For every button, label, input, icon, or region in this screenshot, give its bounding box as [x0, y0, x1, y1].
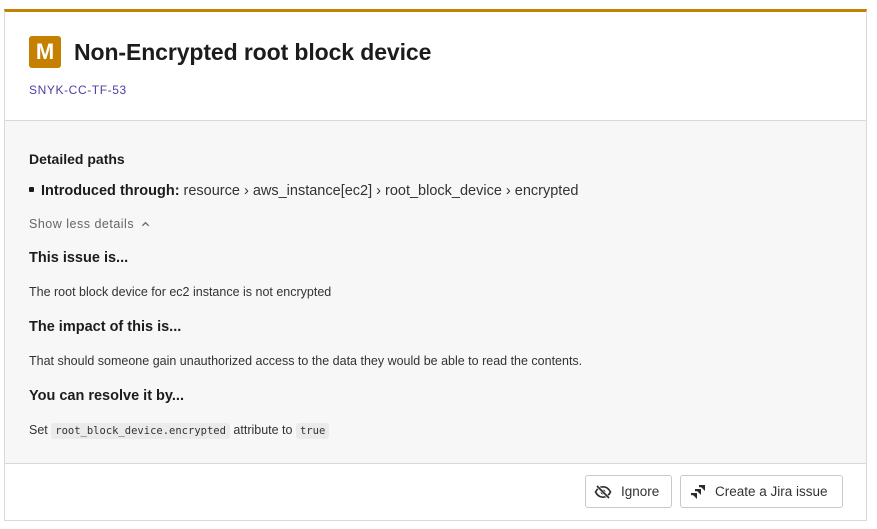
resolve-description: Set root_block_device.encrypted attribut…: [29, 423, 866, 439]
eye-slash-icon: [594, 484, 612, 499]
issue-description: The root block device for ec2 instance i…: [29, 285, 332, 299]
resolve-code-attribute: root_block_device.encrypted: [51, 423, 230, 439]
introduced-path: resource › aws_instance[ec2] › root_bloc…: [183, 183, 579, 199]
create-jira-issue-button[interactable]: Create a Jira issue: [680, 475, 843, 508]
toggle-label: Show less details: [29, 217, 135, 231]
issue-heading: This issue is...: [29, 250, 129, 266]
impact-description: That should someone gain unauthorized ac…: [29, 354, 583, 368]
resolve-middle: attribute to: [233, 423, 293, 437]
title-row: M Non-Encrypted root block device: [29, 36, 866, 68]
bullet-icon: [29, 186, 34, 192]
issue-card: M Non-Encrypted root block device SNYK-C…: [4, 9, 867, 521]
issue-details: Detailed paths Introduced through: resou…: [5, 121, 866, 464]
impact-heading: The impact of this is...: [29, 319, 182, 335]
resolve-code-value: true: [295, 423, 330, 439]
introduced-through-row: Introduced through: resource › aws_insta…: [29, 183, 866, 199]
severity-badge: M: [29, 36, 61, 68]
create-jira-issue-label: Create a Jira issue: [715, 484, 828, 499]
jira-icon: [691, 484, 705, 499]
ignore-label: Ignore: [621, 484, 660, 499]
chevron-up-icon: [141, 221, 150, 226]
show-less-details-toggle[interactable]: Show less details: [29, 217, 866, 231]
resolve-heading: You can resolve it by...: [29, 388, 184, 404]
resolve-prefix: Set: [29, 423, 48, 437]
ignore-button[interactable]: Ignore: [585, 475, 672, 508]
issue-title: Non-Encrypted root block device: [74, 38, 432, 65]
issue-id-link[interactable]: SNYK-CC-TF-53: [29, 83, 866, 97]
introduced-through-label: Introduced through:: [41, 183, 180, 199]
issue-header: M Non-Encrypted root block device SNYK-C…: [5, 12, 866, 121]
detailed-paths-heading: Detailed paths: [29, 151, 125, 167]
issue-actions: Ignore Create a Jira issue: [5, 464, 866, 521]
